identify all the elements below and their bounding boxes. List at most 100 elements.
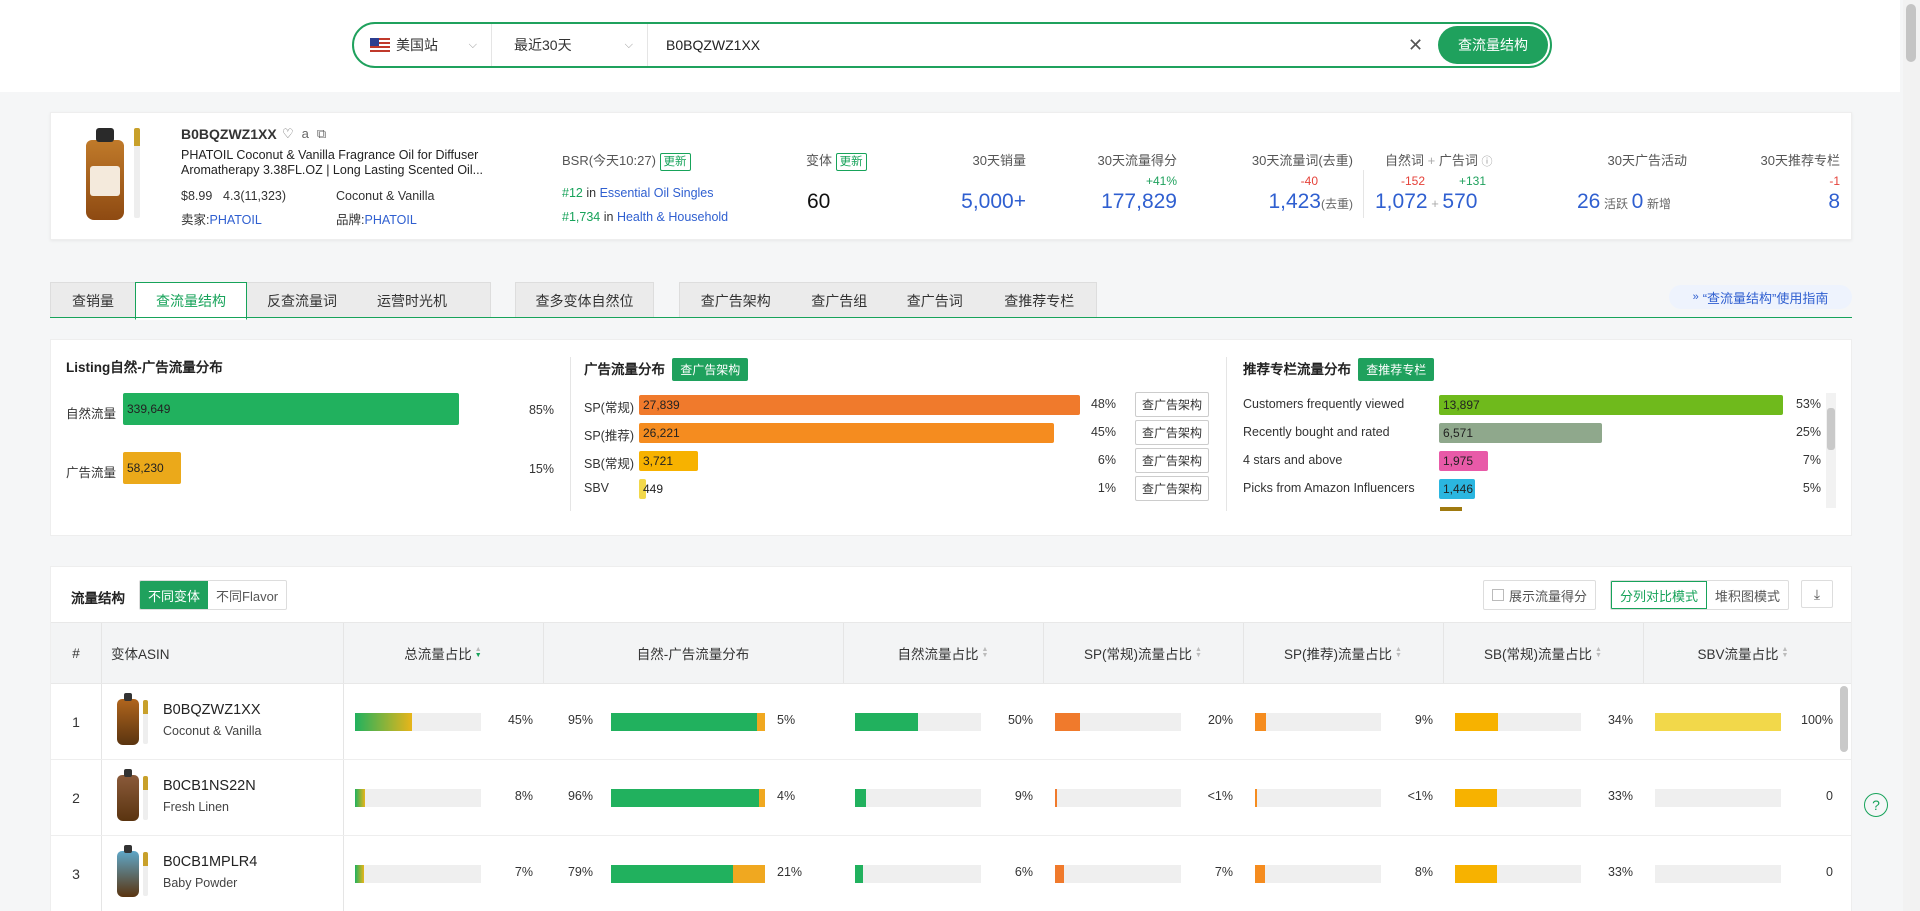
th-total[interactable]: 总流量占比 ▲ ▼ [343,623,543,683]
ad-row-label: SP(常规) [584,401,635,415]
spc-bar-track [1055,865,1181,883]
rec-scrollbar[interactable] [1826,393,1836,508]
brand-link[interactable]: PHATOIL [364,213,416,227]
mode-column[interactable]: 分列对比模式 [1611,581,1708,609]
variants-value: 60 [807,190,831,213]
variant-thumbnail[interactable] [117,836,157,911]
help-icon[interactable]: ? [1864,793,1888,817]
ad-structure-row-button[interactable]: 查广告架构 [1135,448,1210,473]
tab-time-machine[interactable]: 运营时光机 [357,283,467,318]
chevron-down-icon: ⌵ [624,38,633,51]
variants-update-button[interactable]: 更新 [835,153,867,171]
sbc-bar-track [1455,865,1581,883]
rank-2-category[interactable]: Health & Household [617,210,728,224]
seg-flavor[interactable]: 不同Flavor [208,581,286,609]
tab-ad-groups[interactable]: 查广告组 [791,283,887,318]
sbc-bar [1455,713,1498,731]
plus-sign-2: + [1431,196,1439,211]
help-icon[interactable]: ⓘ [1482,156,1493,168]
table-row[interactable]: 3 B0CB1MPLR4 Baby Powder 79% 21% 7% 6% 7% 8% 33% 0 [51,836,1851,911]
th-total-label: 总流量占比 [404,647,472,662]
variant-asin[interactable]: B0CB1MPLR4 [163,854,257,870]
rec-bar-value: 1,975 [1443,454,1474,468]
search-button[interactable]: 查流量结构 [1438,26,1548,64]
ad-row-label: SB(常规) [584,457,635,471]
th-sbv-label: SBV流量占比 [1697,647,1779,662]
search-input[interactable]: B0BQZWZ1XX [648,37,1408,53]
rec-bar [1439,395,1783,415]
ad-row-label: SBV [584,481,610,495]
show-score-label: 展示流量得分 [1509,588,1588,604]
tab-reverse-keywords[interactable]: 反查流量词 [247,283,357,318]
amazon-icon[interactable]: a [302,126,317,141]
copy-icon[interactable]: ⧉ [317,126,334,141]
tab-traffic-structure[interactable]: 查流量结构 [135,282,247,320]
variant-thumbnail[interactable] [117,684,157,759]
download-icon[interactable]: ⤓ [1801,580,1833,608]
page-scrollbar-thumb[interactable] [1906,4,1916,62]
sbc-pct: 34% [1607,713,1633,727]
sort-icon: ▲ ▼ [1781,646,1789,659]
table-row[interactable]: 2 B0CB1NS22N Fresh Linen 96% 4% 8% 9% <1% <1% 33%… [51,760,1851,836]
th-natural[interactable]: 自然流量占比 ▲ ▼ [843,623,1043,683]
nat-bar-track [855,865,981,883]
total-bar-track [355,789,481,807]
listing-row-label: 自然流量 [66,407,117,421]
ad-bar-value: 26,221 [643,426,680,440]
heart-icon[interactable]: ♡ [282,126,302,141]
variant-info: B0CB1MPLR4 Baby Powder [163,854,257,890]
th-index: # [72,645,80,661]
tab-recommend[interactable]: 查推荐专栏 [983,283,1096,318]
site-select[interactable]: 美国站 ⌵ [354,24,492,66]
guide-link[interactable]: » “查流量结构”使用指南 [1669,285,1852,309]
th-sbc[interactable]: SB(常规)流量占比 ▲ ▼ [1443,623,1643,683]
product-asin[interactable]: B0BQZWZ1XX [181,126,277,142]
sort-icon: ▲ ▼ [1395,646,1402,659]
tab-sales[interactable]: 查销量 [51,283,135,318]
mode-stacked[interactable]: 堆积图模式 [1707,581,1788,609]
close-icon[interactable]: ✕ [1408,35,1438,56]
tab-ad-keywords[interactable]: 查广告词 [887,283,983,318]
variant-name: Coconut & Vanilla [163,724,262,738]
rec-button[interactable]: 查推荐专栏 [1358,358,1435,381]
sbc-bar-track [1455,789,1581,807]
variant-asin[interactable]: B0CB1NS22N [163,778,256,794]
page-scrollbar[interactable] [1903,0,1920,911]
seller-link[interactable]: PHATOIL [209,213,261,227]
tab-variant-organic[interactable]: 查多变体自然位 [516,283,653,318]
th-sbv[interactable]: SBV流量占比 ▲ ▼ [1643,623,1843,683]
table-row[interactable]: 1 B0BQZWZ1XX Coconut & Vanilla 95% 5% 45% 50% 2… [51,684,1851,760]
show-score-toggle[interactable]: 展示流量得分 [1483,580,1597,610]
rank-1-category[interactable]: Essential Oil Singles [600,186,714,200]
checkbox-icon[interactable] [1492,589,1504,601]
th-spr[interactable]: SP(推荐)流量占比 ▲ ▼ [1243,623,1443,683]
rec-bar-track: 13,897 [1439,395,1783,415]
product-image[interactable] [78,122,148,226]
bsr-update-button[interactable]: 更新 [659,153,691,171]
tab-ad-structure[interactable]: 查广告架构 [680,283,791,318]
spr-pct: 9% [1414,713,1433,727]
total-bar [355,789,366,807]
product-seller: 卖家:PHATOIL [181,209,262,228]
seg-variant[interactable]: 不同变体 [140,581,209,609]
brand-label: 品牌: [336,213,365,227]
chevron-down-icon: ⌵ [468,38,477,51]
variants-label: 变体 更新 [806,150,867,171]
product-actions: ♡a⧉ [282,126,334,142]
product-title[interactable]: PHATOIL Coconut & Vanilla Fragrance Oil … [181,148,501,178]
range-select[interactable]: 最近30天 ⌵ [492,24,648,66]
variant-thumbnail[interactable] [117,760,157,835]
ad-structure-button[interactable]: 查广告架构 [672,358,749,381]
ad-structure-row-button[interactable]: 查广告架构 [1135,476,1210,501]
ad-structure-row-button[interactable]: 查广告架构 [1135,392,1210,417]
ad-structure-row-button[interactable]: 查广告架构 [1135,420,1210,445]
rec-bar-value: 1,446 [1443,482,1474,496]
sbv-bar-track [1655,865,1781,883]
total-bar [355,713,412,731]
ad-bar-value: 449 [643,482,664,496]
words-label: 30天流量词(去重) [1251,153,1353,168]
table-scrollbar[interactable] [1840,686,1848,752]
variant-asin[interactable]: B0BQZWZ1XX [163,702,261,718]
th-spc[interactable]: SP(常规)流量占比 ▲ ▼ [1043,623,1243,683]
th-sbc-label: SB(常规)流量占比 [1484,647,1593,662]
